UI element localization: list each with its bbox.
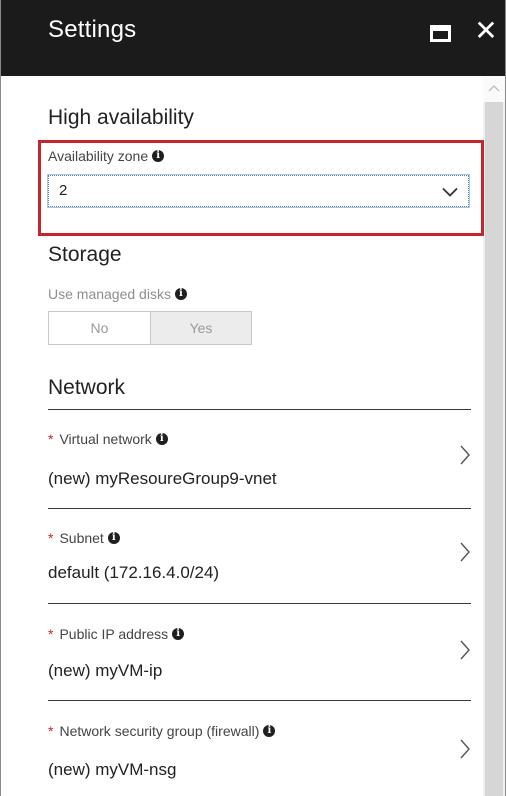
network-security-group-label-text: Network security group (firewall): [59, 723, 260, 739]
chevron-down-icon: [442, 187, 458, 197]
scroll-up-button[interactable]: [483, 76, 505, 102]
info-icon[interactable]: i: [107, 532, 120, 544]
divider: [48, 508, 471, 509]
info-icon[interactable]: i: [152, 150, 165, 162]
public-ip-label: * Public IP address i: [48, 626, 185, 642]
public-ip-row[interactable]: * Public IP address i (new) myVM-ip: [48, 626, 471, 694]
availability-zone-label: Availability zone i: [48, 148, 165, 164]
info-icon[interactable]: i: [155, 433, 168, 445]
storage-heading: Storage: [48, 243, 122, 266]
managed-disks-toggle[interactable]: No Yes: [48, 311, 252, 345]
info-icon[interactable]: i: [172, 628, 185, 640]
divider: [48, 409, 471, 410]
divider: [48, 603, 471, 604]
chevron-up-icon: [488, 84, 500, 92]
vertical-scrollbar[interactable]: [483, 76, 505, 796]
blade-title: Settings: [48, 16, 137, 43]
required-asterisk: *: [48, 626, 54, 642]
chevron-right-icon: [460, 542, 470, 562]
info-icon[interactable]: i: [263, 725, 276, 737]
virtual-network-value: (new) myResoureGroup9-vnet: [48, 469, 277, 488]
high-availability-heading: High availability: [48, 106, 194, 129]
virtual-network-label: * Virtual network i: [48, 431, 168, 447]
managed-disks-no-option[interactable]: No: [49, 312, 150, 344]
public-ip-value: (new) myVM-ip: [48, 661, 163, 680]
close-icon[interactable]: ✕: [473, 16, 499, 46]
network-heading: Network: [48, 376, 126, 399]
subnet-label-text: Subnet: [59, 530, 104, 546]
chevron-right-icon: [460, 739, 470, 759]
virtual-network-label-text: Virtual network: [59, 431, 152, 447]
chevron-right-icon: [460, 445, 470, 465]
subnet-label: * Subnet i: [48, 530, 120, 546]
required-asterisk: *: [48, 723, 54, 739]
chevron-right-icon: [460, 640, 470, 660]
blade-header: Settings ✕: [1, 0, 505, 76]
availability-zone-select[interactable]: 2: [47, 174, 470, 208]
settings-blade: Settings ✕ High availability Availabilit…: [0, 0, 506, 796]
scrollbar-thumb[interactable]: [485, 102, 503, 796]
info-icon[interactable]: i: [174, 288, 187, 300]
managed-disks-yes-option[interactable]: Yes: [150, 312, 251, 344]
network-security-group-label: * Network security group (firewall) i: [48, 723, 276, 739]
public-ip-label-text: Public IP address: [59, 626, 169, 642]
managed-disks-label-text: Use managed disks: [48, 286, 171, 302]
required-asterisk: *: [48, 530, 54, 546]
required-asterisk: *: [48, 431, 54, 447]
subnet-value: default (172.16.4.0/24): [48, 563, 220, 582]
subnet-row[interactable]: * Subnet i default (172.16.4.0/24): [48, 530, 471, 598]
virtual-network-row[interactable]: * Virtual network i (new) myResoureGroup…: [48, 431, 471, 499]
network-security-group-value: (new) myVM-nsg: [48, 760, 177, 779]
managed-disks-label: Use managed disks i: [48, 286, 187, 302]
divider: [48, 700, 471, 701]
availability-zone-value: 2: [59, 182, 68, 199]
network-security-group-row[interactable]: * Network security group (firewall) i (n…: [48, 723, 471, 791]
maximize-icon[interactable]: [430, 25, 451, 42]
availability-zone-label-text: Availability zone: [48, 148, 149, 164]
